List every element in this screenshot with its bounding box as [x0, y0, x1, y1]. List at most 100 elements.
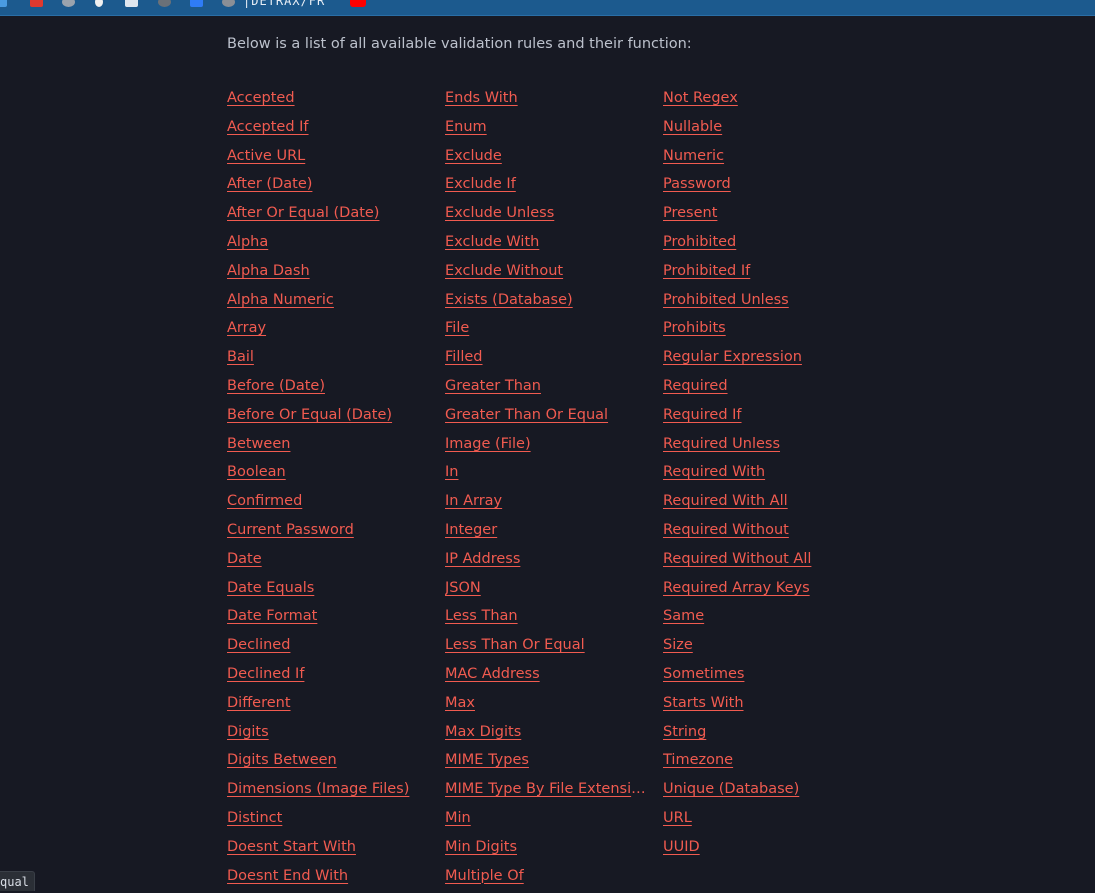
rule-link[interactable]: Image (File)	[445, 432, 647, 461]
rule-link[interactable]: After (Date)	[227, 172, 429, 201]
rule-link[interactable]: Required If	[663, 403, 865, 432]
rules-column: Accepted Accepted If Active URL After (Date…	[227, 86, 445, 892]
rule-link[interactable]: Prohibited Unless	[663, 288, 865, 317]
rule-link[interactable]: Prohibits	[663, 316, 865, 345]
rule-link[interactable]: Required With	[663, 460, 865, 489]
rule-link[interactable]: Before (Date)	[227, 374, 429, 403]
rule-link[interactable]: Filled	[445, 345, 647, 374]
rule-link[interactable]: Distinct	[227, 806, 429, 835]
rule-link[interactable]: IP Address	[445, 547, 647, 576]
rule-link[interactable]: Min	[445, 806, 647, 835]
validation-rules-list: Accepted Accepted If Active URL After (Date…	[227, 86, 881, 892]
rule-link[interactable]: Timezone	[663, 748, 865, 777]
rule-link[interactable]: Prohibited	[663, 230, 865, 259]
rule-link[interactable]: Current Password	[227, 518, 429, 547]
rule-link[interactable]: Exclude Unless	[445, 201, 647, 230]
rule-link[interactable]: Starts With	[663, 691, 865, 720]
rule-link[interactable]: MIME Type By File Extension	[445, 777, 647, 806]
rule-link[interactable]: Less Than	[445, 604, 647, 633]
rule-link[interactable]: Confirmed	[227, 489, 429, 518]
rule-link[interactable]: Exists (Database)	[445, 288, 647, 317]
rule-link[interactable]: Enum	[445, 115, 647, 144]
rule-link[interactable]: Size	[663, 633, 865, 662]
rule-link[interactable]: Required Unless	[663, 432, 865, 461]
rule-link[interactable]: String	[663, 720, 865, 749]
rule-link[interactable]: Min Digits	[445, 835, 647, 864]
rule-link[interactable]: Digits	[227, 720, 429, 749]
rule-link[interactable]: Date Equals	[227, 576, 429, 605]
rule-link[interactable]: Greater Than	[445, 374, 647, 403]
rule-link[interactable]: Regular Expression	[663, 345, 865, 374]
intro-text: Below is a list of all available validat…	[227, 36, 692, 52]
rule-link[interactable]: Greater Than Or Equal	[445, 403, 647, 432]
rule-link[interactable]: Exclude Without	[445, 259, 647, 288]
rule-link[interactable]: Different	[227, 691, 429, 720]
rule-link[interactable]: Declined	[227, 633, 429, 662]
rule-link[interactable]: Dimensions (Image Files)	[227, 777, 429, 806]
rule-link[interactable]: Array	[227, 316, 429, 345]
rule-link[interactable]: Date	[227, 547, 429, 576]
bookmarks-bar: |DETRAX/FR	[0, 0, 1095, 16]
rule-link[interactable]: Required Array Keys	[663, 576, 865, 605]
rule-link[interactable]: Accepted	[227, 86, 429, 115]
github-icon[interactable]	[158, 0, 171, 7]
rule-link[interactable]: Boolean	[227, 460, 429, 489]
rule-link[interactable]: Nullable	[663, 115, 865, 144]
rule-link[interactable]: Date Format	[227, 604, 429, 633]
page-icon[interactable]	[0, 0, 7, 7]
rule-link[interactable]: Same	[663, 604, 865, 633]
rule-link[interactable]: Max Digits	[445, 720, 647, 749]
rule-link[interactable]: JSON	[445, 576, 647, 605]
rule-link[interactable]: Between	[227, 432, 429, 461]
rule-link[interactable]: Max	[445, 691, 647, 720]
red-square-icon[interactable]	[30, 0, 43, 7]
rule-link[interactable]: Exclude With	[445, 230, 647, 259]
rule-link[interactable]: MAC Address	[445, 662, 647, 691]
rule-link[interactable]: Alpha	[227, 230, 429, 259]
lightbulb-icon[interactable]	[95, 0, 103, 7]
rules-column: Not Regex Nullable Numeric Password Present P…	[663, 86, 881, 892]
rule-link[interactable]: URL	[663, 806, 865, 835]
rule-link[interactable]: After Or Equal (Date)	[227, 201, 429, 230]
rule-link[interactable]: Required	[663, 374, 865, 403]
rule-link[interactable]: Multiple Of	[445, 864, 647, 893]
rule-link[interactable]: Present	[663, 201, 865, 230]
rule-link[interactable]: Ends With	[445, 86, 647, 115]
rules-column: Ends With Enum Exclude Exclude If Exclude Un…	[445, 86, 663, 892]
rule-link[interactable]: In	[445, 460, 647, 489]
rule-link[interactable]: Unique (Database)	[663, 777, 865, 806]
rule-link[interactable]: Sometimes	[663, 662, 865, 691]
rule-link[interactable]: Required Without All	[663, 547, 865, 576]
rule-link[interactable]: Exclude	[445, 144, 647, 173]
rule-link[interactable]: Doesnt Start With	[227, 835, 429, 864]
rule-link[interactable]: Password	[663, 172, 865, 201]
rule-link[interactable]: Not Regex	[663, 86, 865, 115]
rule-link[interactable]: Bail	[227, 345, 429, 374]
rule-link[interactable]: In Array	[445, 489, 647, 518]
rule-link[interactable]: Digits Between	[227, 748, 429, 777]
bookmark-folder-label[interactable]: |DETRAX/FR	[243, 0, 325, 8]
rule-link[interactable]: File	[445, 316, 647, 345]
rule-link[interactable]: MIME Types	[445, 748, 647, 777]
rule-link[interactable]: Active URL	[227, 144, 429, 173]
circle-icon[interactable]	[222, 0, 235, 7]
rule-link[interactable]: Doesnt End With	[227, 864, 429, 893]
rule-link[interactable]: Before Or Equal (Date)	[227, 403, 429, 432]
rule-link[interactable]: Required Without	[663, 518, 865, 547]
rule-link[interactable]: Required With All	[663, 489, 865, 518]
rule-link[interactable]: Exclude If	[445, 172, 647, 201]
rule-link[interactable]: Numeric	[663, 144, 865, 173]
gear-icon[interactable]	[62, 0, 75, 7]
rule-link[interactable]: Prohibited If	[663, 259, 865, 288]
rule-link[interactable]: Declined If	[227, 662, 429, 691]
rule-link[interactable]: Alpha Dash	[227, 259, 429, 288]
cube-icon[interactable]	[125, 0, 138, 7]
arrows-icon[interactable]	[190, 0, 203, 7]
link-status-bubble: qual	[0, 871, 35, 891]
rule-link[interactable]: Less Than Or Equal	[445, 633, 647, 662]
rule-link[interactable]: Accepted If	[227, 115, 429, 144]
rule-link[interactable]: Alpha Numeric	[227, 288, 429, 317]
rule-link[interactable]: Integer	[445, 518, 647, 547]
youtube-icon[interactable]	[350, 0, 366, 7]
rule-link[interactable]: UUID	[663, 835, 865, 864]
